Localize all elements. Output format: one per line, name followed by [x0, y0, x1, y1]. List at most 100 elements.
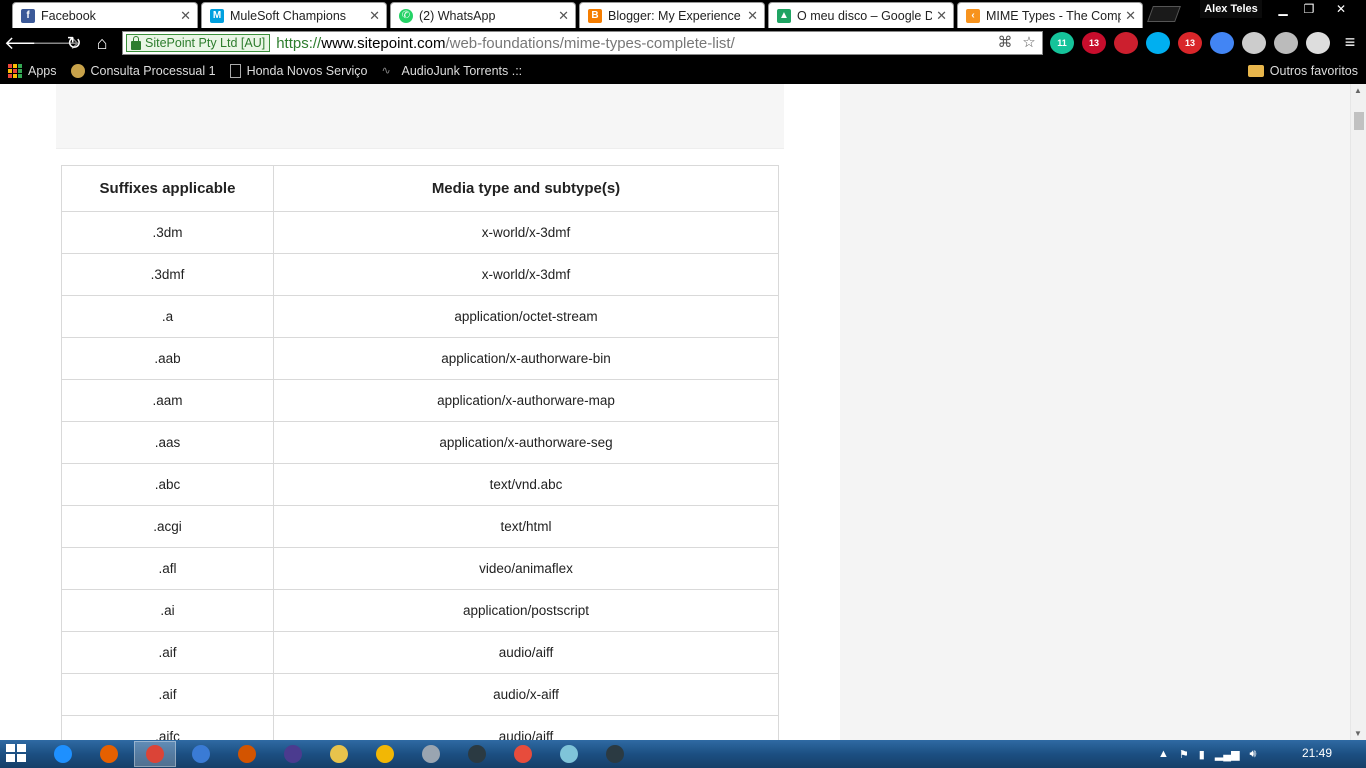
tab-title: (2) WhatsApp	[419, 8, 496, 23]
close-window-icon[interactable]: ✕	[1328, 0, 1354, 18]
flag-icon[interactable]: ⚑	[1179, 748, 1189, 761]
bookmark-consulta[interactable]: Consulta Processual 1	[70, 64, 216, 78]
tab-google-drive[interactable]: ▲ O meu disco – Google Dr ✕	[768, 2, 954, 28]
close-icon[interactable]: ✕	[1125, 8, 1136, 24]
taskbar-app[interactable]	[272, 741, 314, 767]
tab-facebook[interactable]: f Facebook ✕	[12, 2, 198, 28]
chevron-up-icon[interactable]: ▲	[1158, 748, 1169, 760]
scroll-thumb[interactable]	[1354, 112, 1364, 130]
reload-icon[interactable]: ↻	[60, 29, 88, 57]
adblock-plus-icon[interactable]: 13	[1082, 32, 1106, 54]
lock-icon	[131, 35, 141, 50]
scroll-up-arrow-icon[interactable]: ▲	[1354, 86, 1362, 95]
bookmarks-bar: Apps Consulta Processual 1 Honda Novos S…	[0, 58, 1366, 84]
url-host: www.sitepoint.com	[321, 34, 446, 52]
bookmark-honda[interactable]: Honda Novos Serviço	[229, 64, 368, 78]
media-type-cell: audio/aiff	[273, 631, 779, 674]
bookmark-apps[interactable]: Apps	[8, 64, 57, 78]
media-type-cell: x-world/x-3dmf	[273, 211, 779, 254]
taskbar-app[interactable]	[410, 741, 452, 767]
taskbar-app[interactable]	[548, 741, 590, 767]
tab-title: Facebook	[41, 8, 96, 23]
home-icon[interactable]: ⌂	[88, 29, 116, 57]
close-icon[interactable]: ✕	[936, 8, 947, 24]
tab-title: O meu disco – Google Dr	[797, 8, 933, 23]
close-icon[interactable]: ✕	[558, 8, 569, 24]
opera-red-icon[interactable]	[1114, 32, 1138, 54]
profile-button[interactable]: Alex Teles	[1200, 0, 1262, 18]
taskbar-app[interactable]	[88, 741, 130, 767]
vertical-scrollbar[interactable]: ▲ ▼	[1350, 84, 1366, 740]
menu-icon[interactable]: ≡	[1340, 32, 1360, 52]
internet-explorer-icon	[54, 745, 72, 763]
clock[interactable]: 21:49	[1302, 746, 1332, 760]
taskbar-app[interactable]	[502, 741, 544, 767]
start-button[interactable]	[6, 744, 28, 764]
tab-whatsapp[interactable]: ✆ (2) WhatsApp ✕	[390, 2, 576, 28]
forward-icon[interactable]: 🡒	[32, 29, 80, 57]
media-type-cell: audio/aiff	[273, 715, 779, 740]
taskbar-app[interactable]	[180, 741, 222, 767]
url-path: /web-foundations/mime-types-complete-lis…	[445, 34, 735, 52]
taskbar-app[interactable]	[364, 741, 406, 767]
bookmark-audiojunk[interactable]: ∿ AudioJunk Torrents .::	[381, 64, 522, 78]
seal-icon	[70, 64, 85, 78]
whatsapp-icon: ✆	[399, 8, 413, 23]
taskbar-app[interactable]	[226, 741, 268, 767]
file-explorer-icon	[330, 745, 348, 763]
close-icon[interactable]: ✕	[369, 8, 380, 24]
close-icon[interactable]: ✕	[180, 8, 191, 24]
tab-mime-types[interactable]: ‹ MIME Types - The Compl ✕	[957, 2, 1143, 28]
other-bookmarks-label: Outros favoritos	[1269, 64, 1358, 78]
google-translate-icon[interactable]	[1210, 32, 1234, 54]
taskbar-app[interactable]	[456, 741, 498, 767]
media-type-cell: application/x-authorware-seg	[273, 421, 779, 464]
bookmark-label: Honda Novos Serviço	[246, 64, 368, 78]
url-text[interactable]: https://www.sitepoint.com/web-foundation…	[276, 35, 735, 52]
taskbar-app[interactable]	[134, 741, 176, 767]
table-row: .3dm x-world/x-3dmf	[61, 211, 779, 254]
airplane-icon[interactable]	[1242, 32, 1266, 54]
signal-icon[interactable]: ▂▄▆	[1215, 748, 1240, 761]
skype-icon[interactable]	[1146, 32, 1170, 54]
minimize-icon[interactable]: ▁	[1270, 0, 1296, 18]
waveform-icon: ∿	[381, 65, 391, 77]
extension-badge: 13	[1184, 38, 1195, 48]
ev-certificate-badge[interactable]: SitePoint Pty Ltd [AU]	[126, 34, 271, 52]
taskbar-app[interactable]	[42, 741, 84, 767]
address-bar[interactable]: SitePoint Pty Ltd [AU] https://www.sitep…	[122, 31, 1043, 55]
taskbar-app[interactable]	[318, 741, 360, 767]
close-icon[interactable]: ✕	[747, 8, 758, 24]
media-type-cell: application/octet-stream	[273, 295, 779, 338]
bookmark-label: Apps	[28, 64, 57, 78]
table-row: .aas application/x-authorware-seg	[61, 421, 779, 464]
pdf-icon[interactable]: 13	[1178, 32, 1202, 54]
battery-icon[interactable]: ▮	[1199, 748, 1205, 761]
x-icon[interactable]	[1306, 32, 1330, 54]
volume-icon[interactable]: 🔊︎	[1250, 748, 1257, 761]
blogger-icon: B	[588, 8, 602, 23]
media-type-cell: audio/x-aiff	[273, 673, 779, 716]
table-row: .aif audio/x-aiff	[61, 673, 779, 716]
table-row: .a application/octet-stream	[61, 295, 779, 338]
media-type-cell: text/vnd.abc	[273, 463, 779, 506]
restore-icon[interactable]: ❐	[1296, 0, 1322, 18]
translate-icon[interactable]: ⌘	[996, 34, 1014, 52]
bookmark-label: AudioJunk Torrents .::	[401, 64, 523, 78]
app-gray-icon	[422, 745, 440, 763]
grammarly-icon[interactable]: 11	[1050, 32, 1074, 54]
other-bookmarks[interactable]: Outros favoritos	[1247, 58, 1358, 84]
tab-mulesoft[interactable]: M MuleSoft Champions ✕	[201, 2, 387, 28]
tab-blogger[interactable]: B Blogger: My Experience w ✕	[579, 2, 765, 28]
table-row: .aab application/x-authorware-bin	[61, 337, 779, 380]
new-tab-button[interactable]	[1147, 6, 1181, 22]
circle-icon[interactable]	[1274, 32, 1298, 54]
windows-taskbar: ▲ ⚑ ▮ ▂▄▆ 🔊︎ 21:49	[0, 740, 1366, 768]
star-icon[interactable]: ☆	[1020, 34, 1038, 52]
taskbar-app[interactable]	[594, 741, 636, 767]
back-icon[interactable]: 🡐	[4, 29, 52, 57]
suffix-cell: .a	[61, 295, 274, 338]
sidebar-column	[840, 84, 1350, 740]
scroll-down-arrow-icon[interactable]: ▼	[1354, 729, 1362, 738]
extension-badge: 11	[1057, 38, 1067, 48]
